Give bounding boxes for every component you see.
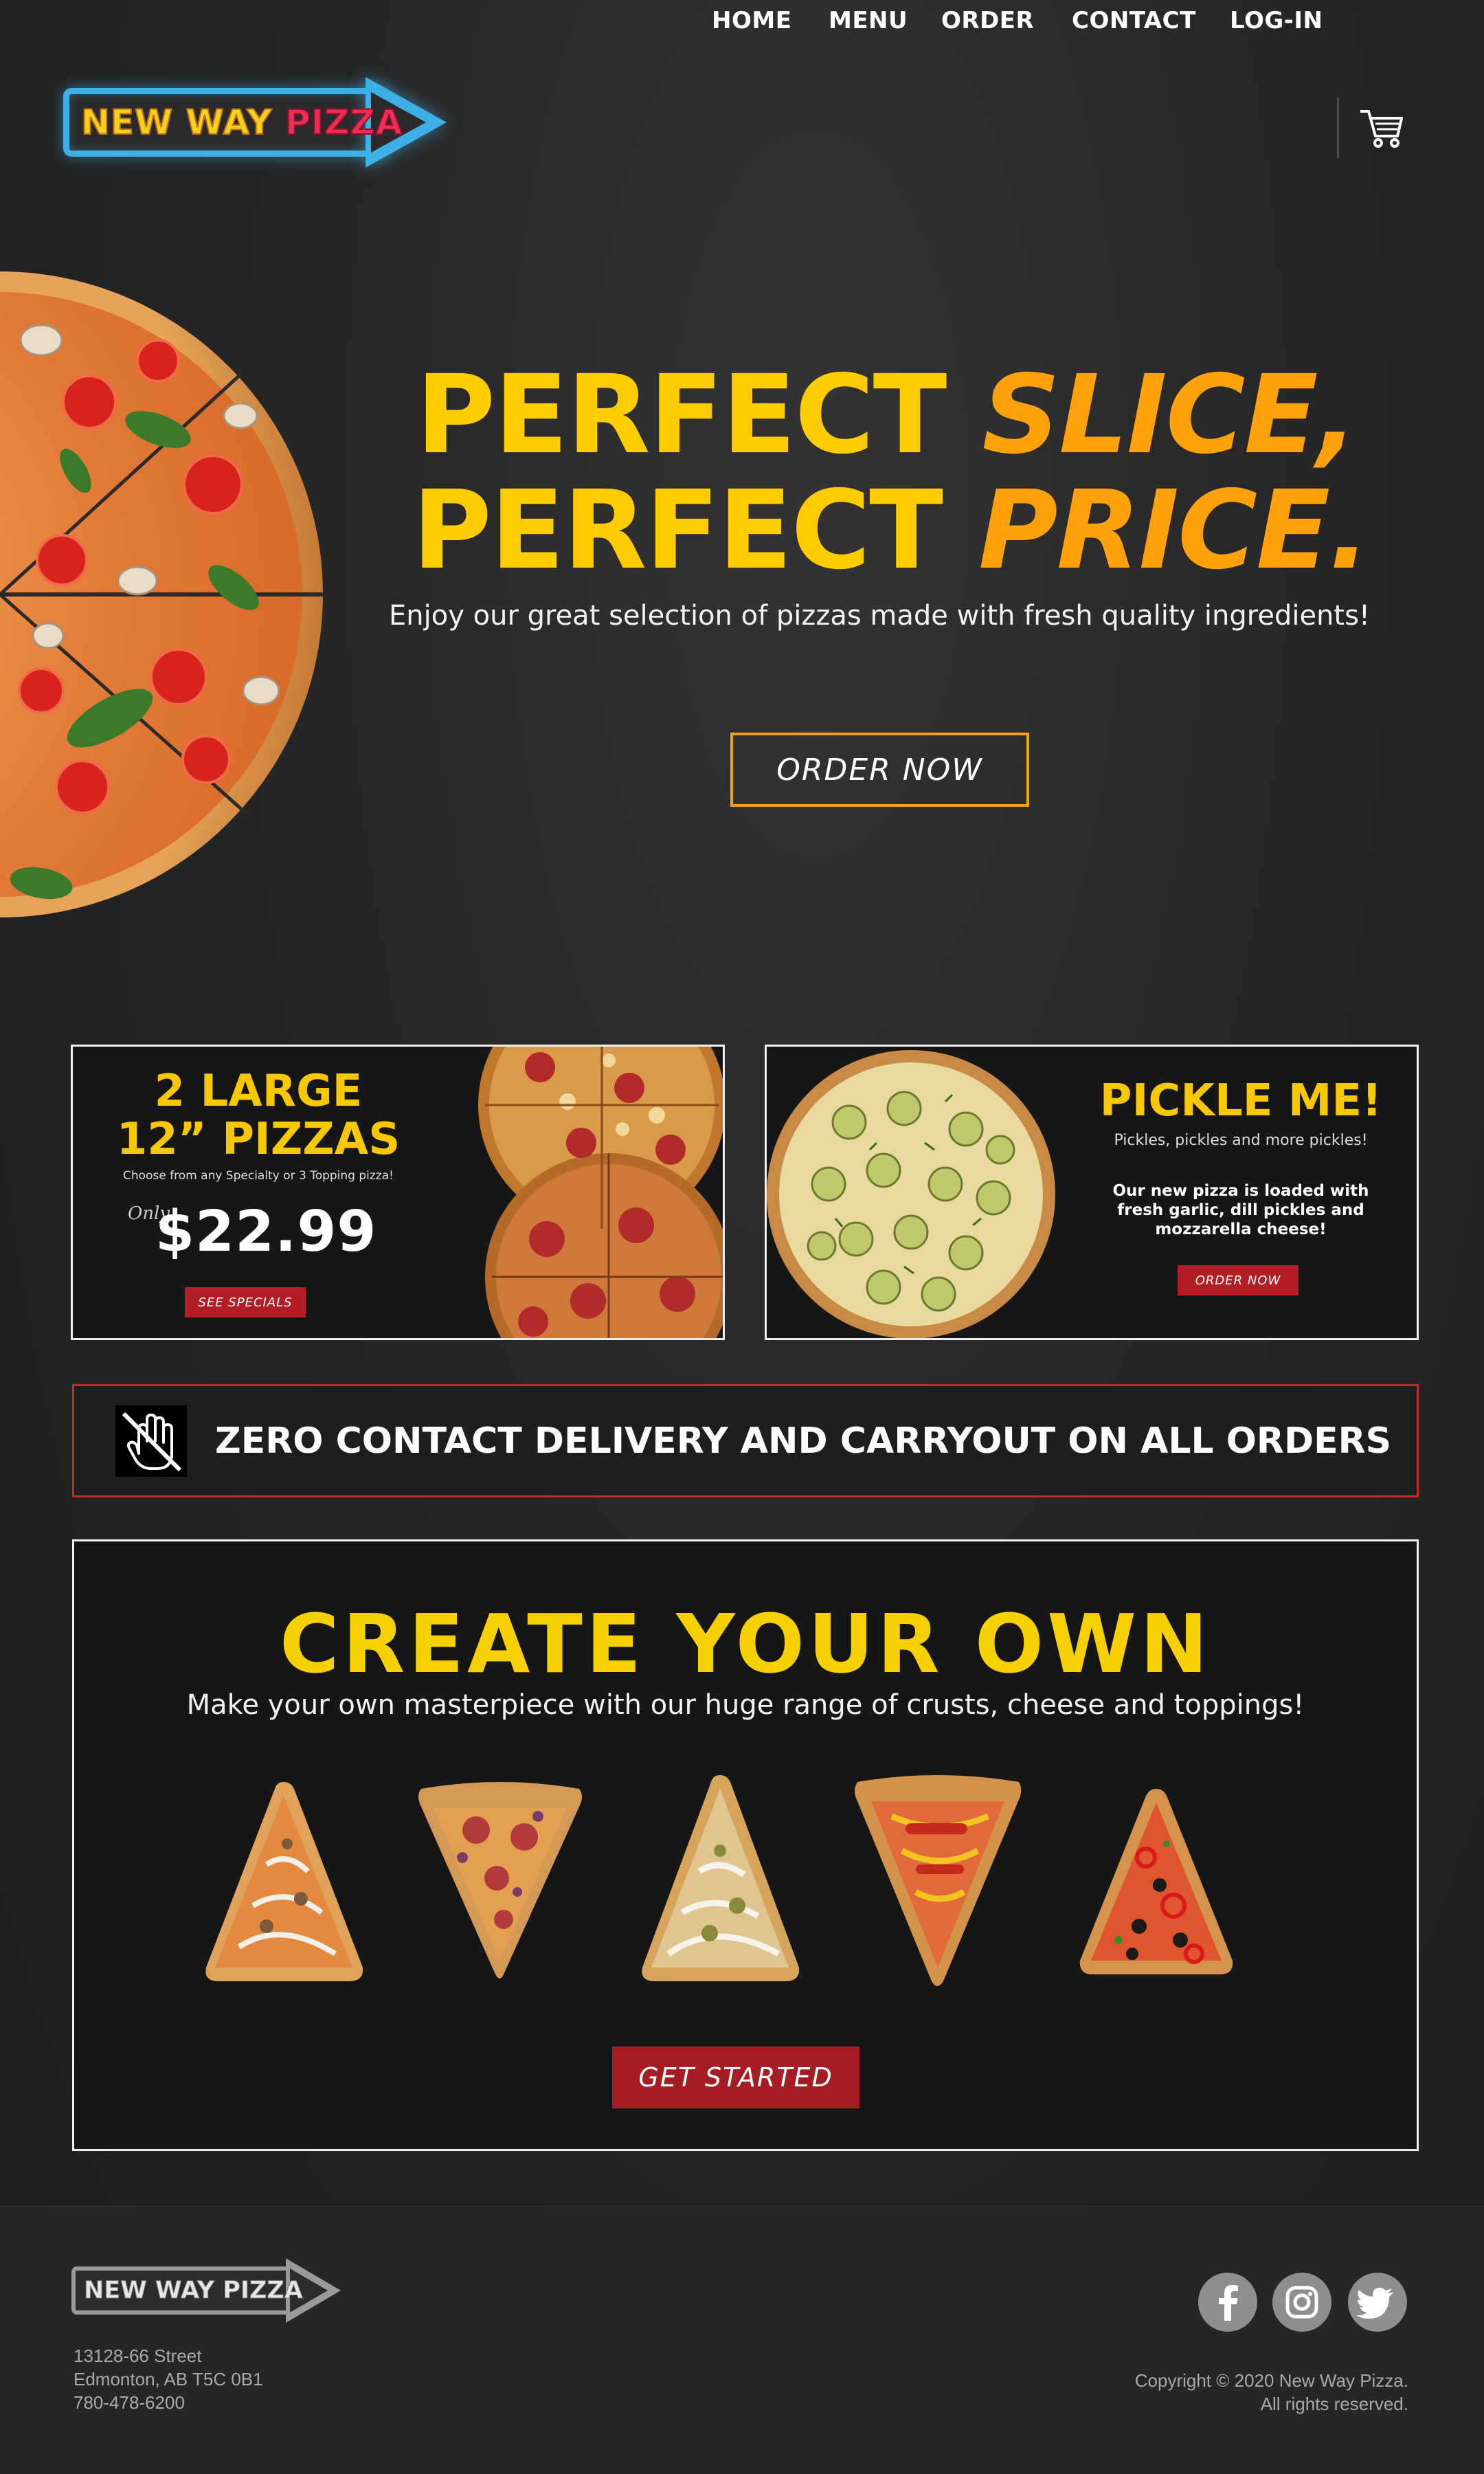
address-street: 13128-66 Street bbox=[74, 2345, 202, 2366]
twitter-icon[interactable] bbox=[1348, 2273, 1407, 2332]
zero-contact-text: ZERO CONTACT DELIVERY AND CARRYOUT ON AL… bbox=[215, 1420, 1392, 1462]
hero-pizza-image bbox=[0, 265, 330, 924]
pickle-pizza-image bbox=[767, 1047, 1055, 1338]
slice-option-pickle[interactable] bbox=[634, 1768, 806, 1995]
promo2-description: Our new pizza is loaded with fresh garli… bbox=[1112, 1182, 1369, 1238]
promo-card-pickle-me[interactable]: PICKLE ME! Pickles, pickles and more pic… bbox=[765, 1045, 1419, 1340]
copyright-line: Copyright © 2020 New Way Pizza. bbox=[1134, 2370, 1408, 2391]
promo2-title: PICKLE ME! bbox=[1099, 1076, 1382, 1126]
phone-number: 780-478-6200 bbox=[74, 2392, 185, 2413]
site-header: NEW WAY PIZZA HOME MENU ORDER CONTACT LO… bbox=[0, 0, 1484, 220]
nav-home[interactable]: HOME bbox=[712, 0, 791, 41]
hero-headline: PERFECT SLICE, PERFECT PRICE. bbox=[412, 357, 1370, 588]
promo1-subtitle: Choose from any Specialty or 3 Topping p… bbox=[123, 1169, 394, 1183]
slice-option-veggie[interactable] bbox=[1070, 1768, 1242, 1995]
nav-menu[interactable]: MENU bbox=[829, 0, 908, 41]
slice-option-meat[interactable] bbox=[414, 1768, 586, 1995]
hero-subtitle: Enjoy our great selection of pizzas made… bbox=[389, 600, 1370, 632]
pickle-order-now-button[interactable]: ORDER NOW bbox=[1178, 1265, 1298, 1295]
logo-word-pizza: PIZZA bbox=[284, 102, 403, 143]
nav-contact[interactable]: CONTACT bbox=[1072, 0, 1196, 41]
footer-logo-text: NEW WAY PIZZA bbox=[84, 2277, 304, 2305]
hero-line1-italic: SLICE, bbox=[982, 352, 1358, 478]
create-your-own-section: CREATE YOUR OWN Make your own masterpiec… bbox=[72, 1539, 1419, 2151]
promo-card-two-large[interactable]: 2 LARGE 12” PIZZAS Choose from any Speci… bbox=[71, 1045, 725, 1340]
hero-line2-plain: PERFECT bbox=[412, 467, 978, 594]
footer-copyright: Copyright © 2020 New Way Pizza. All righ… bbox=[996, 2369, 1408, 2416]
nav-order[interactable]: ORDER bbox=[941, 0, 1034, 41]
promo1-price: $22.99 bbox=[155, 1199, 377, 1264]
create-subtitle: Make your own masterpiece with our huge … bbox=[186, 1689, 1305, 1721]
promo1-title-line2: 12” PIZZAS bbox=[116, 1114, 401, 1165]
rights-line: All rights reserved. bbox=[1260, 2394, 1408, 2414]
get-started-button[interactable]: GET STARTED bbox=[612, 2047, 859, 2108]
brand-logo[interactable]: NEW WAY PIZZA bbox=[63, 77, 448, 168]
hero-line2-italic: PRICE. bbox=[978, 467, 1370, 594]
footer-address: 13128-66 Street Edmonton, AB T5C 0B1 780… bbox=[74, 2344, 263, 2414]
promo2-tagline: Pickles, pickles and more pickles! bbox=[1114, 1132, 1368, 1149]
cart-icon[interactable] bbox=[1358, 104, 1406, 153]
address-city: Edmonton, AB T5C 0B1 bbox=[74, 2369, 263, 2389]
instagram-icon[interactable] bbox=[1272, 2273, 1331, 2332]
order-now-button[interactable]: ORDER NOW bbox=[730, 733, 1029, 807]
zero-contact-banner: ZERO CONTACT DELIVERY AND CARRYOUT ON AL… bbox=[72, 1384, 1419, 1497]
nav-login[interactable]: LOG-IN bbox=[1230, 0, 1323, 41]
slice-option-hotdog[interactable] bbox=[851, 1768, 1022, 1995]
facebook-icon[interactable] bbox=[1198, 2273, 1257, 2332]
hero-line1-plain: PERFECT bbox=[416, 352, 982, 478]
no-contact-hand-icon bbox=[115, 1405, 187, 1477]
site-footer: NEW WAY PIZZA 13128-66 Street Edmonton, … bbox=[0, 2206, 1484, 2474]
promo1-title: 2 LARGE 12” PIZZAS bbox=[87, 1067, 430, 1163]
see-specials-button[interactable]: SEE SPECIALS bbox=[185, 1287, 306, 1317]
footer-logo[interactable]: NEW WAY PIZZA bbox=[71, 2258, 346, 2323]
promo1-title-line1: 2 LARGE bbox=[154, 1066, 363, 1117]
create-title: CREATE YOUR OWN bbox=[280, 1596, 1211, 1691]
two-pizzas-image bbox=[458, 1047, 723, 1338]
logo-text: NEW WAY PIZZA bbox=[80, 96, 403, 148]
nav-divider bbox=[1337, 98, 1339, 158]
logo-word-new-way: NEW WAY bbox=[80, 102, 285, 143]
slice-option-chicken[interactable] bbox=[198, 1768, 370, 1995]
